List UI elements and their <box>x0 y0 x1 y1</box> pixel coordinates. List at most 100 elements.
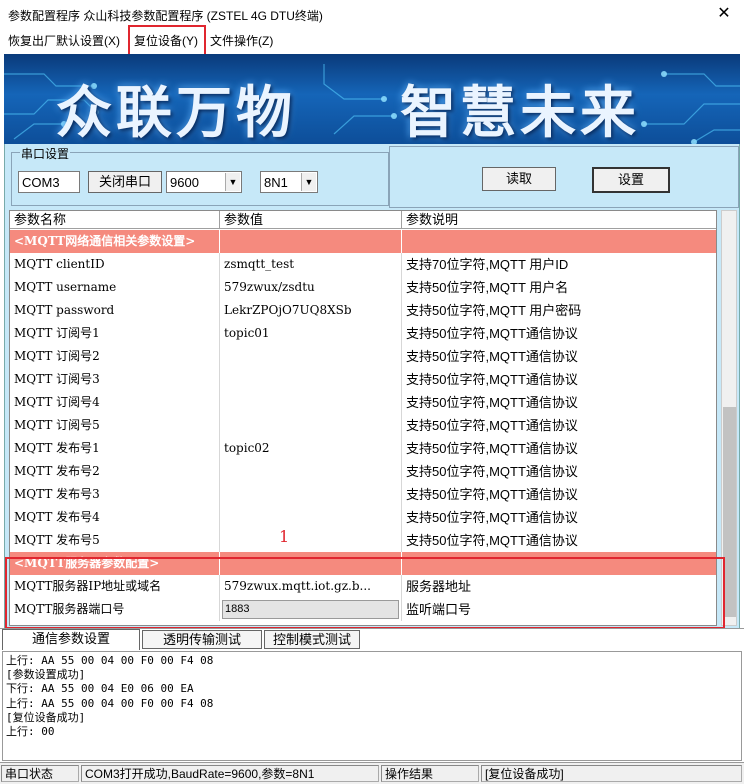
param-name-cell: MQTT 订阅号1 <box>10 322 220 345</box>
log-line: [复位设备成功] <box>6 710 86 724</box>
chevron-down-icon[interactable]: ▼ <box>225 173 240 191</box>
param-name-cell: MQTT 订阅号3 <box>10 368 220 391</box>
tab-strip: 通信参数设置 透明传输测试 控制模式测试 <box>0 628 744 650</box>
header-param-name[interactable]: 参数名称 <box>10 211 220 229</box>
table-row[interactable]: MQTT 订阅号5 支持50位字符,MQTT通信协议 <box>10 414 716 437</box>
param-desc-cell: 支持50位字符,MQTT通信协议 <box>406 326 578 341</box>
param-desc-cell: 支持50位字符,MQTT 用户名 <box>406 280 569 295</box>
table-row[interactable]: MQTT clientID zsmqtt_test 支持70位字符,MQTT 用户I… <box>10 253 716 276</box>
param-value-cell[interactable]: topic01 <box>220 322 402 345</box>
param-value-cell[interactable] <box>220 529 402 552</box>
set-button[interactable]: 设置 <box>592 167 670 193</box>
tab-transparent-test[interactable]: 透明传输测试 <box>142 630 262 649</box>
param-name-cell: MQTT 发布号5 <box>10 529 220 552</box>
title-bar: 参数配置程序 众山科技参数配置程序 (ZSTEL 4G DTU终端) ✕ <box>0 0 744 28</box>
baud-rate-select[interactable]: 9600 ▼ <box>166 171 242 193</box>
param-name-cell: MQTT 发布号2 <box>10 460 220 483</box>
status-label-result: 操作结果 <box>381 765 479 782</box>
param-name-cell: MQTT password <box>10 299 220 322</box>
table-row[interactable]: MQTT username 579zwux/zsdtu 支持50位字符,MQTT 用… <box>10 276 716 299</box>
read-button[interactable]: 读取 <box>482 167 556 191</box>
param-value-cell[interactable] <box>220 230 402 253</box>
serial-settings-group: 串口设置 COM3 关闭串口 9600 ▼ 8N1 ▼ <box>11 145 389 206</box>
param-name-cell: MQTT username <box>10 276 220 299</box>
data-format-select[interactable]: 8N1 ▼ <box>260 171 318 193</box>
section-row[interactable]: <MQTT网络通信相关参数设置> <box>10 230 716 253</box>
param-desc-cell: 支持50位字符,MQTT通信协议 <box>406 372 578 387</box>
param-value-cell[interactable]: zsmqtt_test <box>220 253 402 276</box>
param-name-cell: MQTT 订阅号2 <box>10 345 220 368</box>
table-row[interactable]: MQTT 发布号2 支持50位字符,MQTT通信协议 <box>10 460 716 483</box>
banner: 众联万物 智慧未来 <box>4 54 740 144</box>
table-row[interactable]: MQTT 发布号1 topic02 支持50位字符,MQTT通信协议 <box>10 437 716 460</box>
param-desc-cell: 支持50位字符,MQTT通信协议 <box>406 487 578 502</box>
param-value-cell[interactable] <box>220 368 402 391</box>
com-port-field[interactable]: COM3 <box>18 171 80 193</box>
table-row[interactable]: MQTT 订阅号1 topic01 支持50位字符,MQTT通信协议 <box>10 322 716 345</box>
param-desc-cell <box>402 230 716 253</box>
param-value-cell[interactable]: topic02 <box>220 437 402 460</box>
log-output[interactable]: 上行: AA 55 00 04 00 F0 00 F4 08 [参数设置成功] … <box>2 651 742 761</box>
param-value-cell[interactable] <box>220 414 402 437</box>
status-value-serial: COM3打开成功,BaudRate=9600,参数=8N1 <box>81 765 379 782</box>
close-button[interactable]: ✕ <box>714 4 734 24</box>
close-port-button[interactable]: 关闭串口 <box>88 171 162 193</box>
table-row[interactable]: MQTT 订阅号2 支持50位字符,MQTT通信协议 <box>10 345 716 368</box>
param-value-cell[interactable]: LekrZPOjO7UQ8XSb <box>220 299 402 322</box>
log-line: 上行: AA 55 00 04 00 F0 00 F4 08 <box>6 654 214 667</box>
table-row[interactable]: MQTT 发布号5 支持50位字符,MQTT通信协议 <box>10 529 716 552</box>
table-row[interactable]: MQTT 发布号3 支持50位字符,MQTT通信协议 <box>10 483 716 506</box>
param-desc-cell: 支持50位字符,MQTT通信协议 <box>406 418 578 433</box>
param-name-cell: MQTT 发布号3 <box>10 483 220 506</box>
grid-header: 参数名称 参数值 参数说明 <box>10 211 716 229</box>
annotation-box-1 <box>5 557 725 629</box>
param-desc-cell: 支持50位字符,MQTT通信协议 <box>406 533 578 548</box>
menu-bar: 恢复出厂默认设置(X) 复位设备(Y) 文件操作(Z) <box>0 28 744 52</box>
annotation-number-1: 1 <box>279 527 290 546</box>
banner-slogan-left: 众联万物 <box>56 80 296 144</box>
param-desc-cell: 支持50位字符,MQTT 用户密码 <box>406 303 582 318</box>
log-line: 上行: 00 <box>6 725 55 739</box>
param-name-cell: MQTT 发布号4 <box>10 506 220 529</box>
param-name-cell: <MQTT网络通信相关参数设置> <box>10 230 220 253</box>
status-label-serial: 串口状态 <box>1 765 79 782</box>
log-line: 上行: AA 55 00 04 00 F0 00 F4 08 <box>6 696 214 710</box>
param-name-cell: MQTT 订阅号5 <box>10 414 220 437</box>
log-line: 下行: AA 55 00 04 E0 06 00 EA <box>6 682 194 696</box>
table-row[interactable]: MQTT password LekrZPOjO7UQ8XSb 支持50位字符,MQT… <box>10 299 716 322</box>
baud-rate-value: 9600 <box>170 175 199 190</box>
param-desc-cell: 支持50位字符,MQTT通信协议 <box>406 349 578 364</box>
param-name-cell: MQTT clientID <box>10 253 220 276</box>
banner-slogan-right: 智慧未来 <box>400 80 640 144</box>
param-desc-cell: 支持50位字符,MQTT通信协议 <box>406 510 578 525</box>
table-row[interactable]: MQTT 发布号4 支持50位字符,MQTT通信协议 <box>10 506 716 529</box>
action-group: 读取 设置 <box>389 146 739 208</box>
param-value-cell[interactable] <box>220 391 402 414</box>
chevron-down-icon[interactable]: ▼ <box>301 173 316 191</box>
serial-settings-legend: 串口设置 <box>20 145 71 162</box>
param-value-cell[interactable]: 579zwux/zsdtu <box>220 276 402 299</box>
header-param-value[interactable]: 参数值 <box>220 211 402 229</box>
status-value-result: [复位设备成功] <box>481 765 742 782</box>
param-desc-cell: 支持70位字符,MQTT 用户ID <box>406 257 569 272</box>
param-name-cell: MQTT 发布号1 <box>10 437 220 460</box>
tab-comm-params[interactable]: 通信参数设置 <box>2 629 140 650</box>
tab-control-test[interactable]: 控制模式测试 <box>264 630 360 649</box>
table-row[interactable]: MQTT 订阅号3 支持50位字符,MQTT通信协议 <box>10 368 716 391</box>
menu-factory-reset[interactable]: 恢复出厂默认设置(X) <box>8 32 120 49</box>
param-desc-cell: 支持50位字符,MQTT通信协议 <box>406 464 578 479</box>
param-desc-cell: 支持50位字符,MQTT通信协议 <box>406 441 578 456</box>
table-row[interactable]: MQTT 订阅号4 支持50位字符,MQTT通信协议 <box>10 391 716 414</box>
param-value-cell[interactable] <box>220 483 402 506</box>
status-bar: 串口状态 COM3打开成功,BaudRate=9600,参数=8N1 操作结果 … <box>0 762 744 784</box>
header-param-desc[interactable]: 参数说明 <box>402 211 716 229</box>
param-value-cell[interactable] <box>220 345 402 368</box>
window-title: 参数配置程序 众山科技参数配置程序 (ZSTEL 4G DTU终端) <box>8 9 323 23</box>
data-format-value: 8N1 <box>264 175 288 190</box>
param-value-cell[interactable] <box>220 460 402 483</box>
menu-file-ops[interactable]: 文件操作(Z) <box>210 32 273 49</box>
param-desc-cell: 支持50位字符,MQTT通信协议 <box>406 395 578 410</box>
param-value-cell[interactable] <box>220 506 402 529</box>
param-name-cell: MQTT 订阅号4 <box>10 391 220 414</box>
main-panel: 串口设置 COM3 关闭串口 9600 ▼ 8N1 ▼ 读取 设置 参数名称 参… <box>4 144 740 628</box>
